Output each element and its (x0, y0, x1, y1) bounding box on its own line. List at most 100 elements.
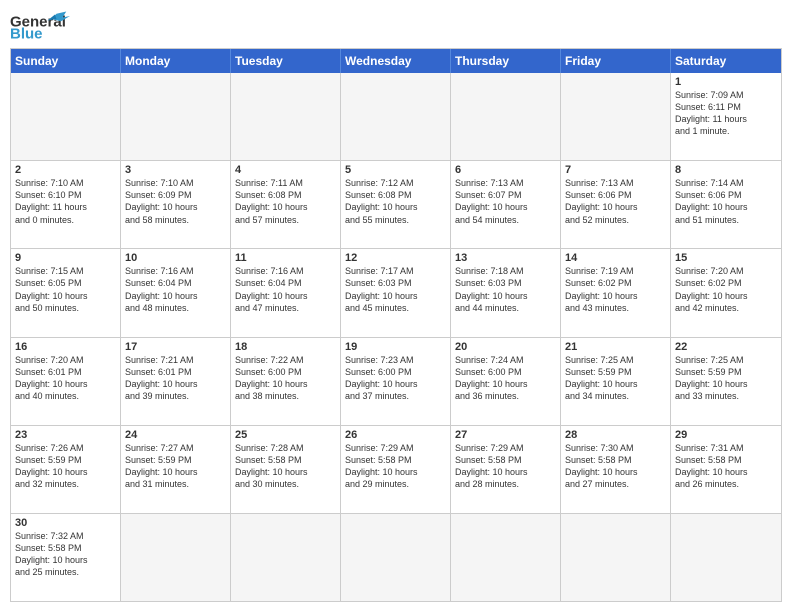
day-info: Sunrise: 7:21 AM Sunset: 6:01 PM Dayligh… (125, 354, 226, 403)
weekday-header: Wednesday (341, 49, 451, 73)
day-number: 28 (565, 429, 666, 441)
day-number: 19 (345, 341, 446, 353)
calendar-row: 30Sunrise: 7:32 AM Sunset: 5:58 PM Dayli… (11, 514, 781, 601)
day-number: 13 (455, 252, 556, 264)
day-info: Sunrise: 7:31 AM Sunset: 5:58 PM Dayligh… (675, 442, 777, 491)
calendar-cell: 8Sunrise: 7:14 AM Sunset: 6:06 PM Daylig… (671, 161, 781, 248)
day-number: 8 (675, 164, 777, 176)
weekday-header: Friday (561, 49, 671, 73)
calendar-cell: 12Sunrise: 7:17 AM Sunset: 6:03 PM Dayli… (341, 249, 451, 336)
day-number: 9 (15, 252, 116, 264)
calendar-cell (121, 73, 231, 160)
calendar-cell: 30Sunrise: 7:32 AM Sunset: 5:58 PM Dayli… (11, 514, 121, 601)
day-number: 24 (125, 429, 226, 441)
calendar-cell: 2Sunrise: 7:10 AM Sunset: 6:10 PM Daylig… (11, 161, 121, 248)
calendar-cell (231, 514, 341, 601)
calendar-cell: 19Sunrise: 7:23 AM Sunset: 6:00 PM Dayli… (341, 338, 451, 425)
day-number: 30 (15, 517, 116, 529)
logo-icon: General Blue (10, 10, 70, 40)
calendar-cell: 29Sunrise: 7:31 AM Sunset: 5:58 PM Dayli… (671, 426, 781, 513)
calendar-header: SundayMondayTuesdayWednesdayThursdayFrid… (11, 49, 781, 73)
weekday-header: Saturday (671, 49, 781, 73)
calendar-cell: 3Sunrise: 7:10 AM Sunset: 6:09 PM Daylig… (121, 161, 231, 248)
calendar-cell: 1Sunrise: 7:09 AM Sunset: 6:11 PM Daylig… (671, 73, 781, 160)
day-info: Sunrise: 7:15 AM Sunset: 6:05 PM Dayligh… (15, 265, 116, 314)
day-number: 22 (675, 341, 777, 353)
day-number: 3 (125, 164, 226, 176)
day-info: Sunrise: 7:29 AM Sunset: 5:58 PM Dayligh… (455, 442, 556, 491)
calendar: SundayMondayTuesdayWednesdayThursdayFrid… (10, 48, 782, 602)
day-info: Sunrise: 7:24 AM Sunset: 6:00 PM Dayligh… (455, 354, 556, 403)
day-number: 5 (345, 164, 446, 176)
day-info: Sunrise: 7:28 AM Sunset: 5:58 PM Dayligh… (235, 442, 336, 491)
calendar-row: 9Sunrise: 7:15 AM Sunset: 6:05 PM Daylig… (11, 249, 781, 337)
day-info: Sunrise: 7:09 AM Sunset: 6:11 PM Dayligh… (675, 89, 777, 138)
calendar-cell (561, 514, 671, 601)
calendar-cell: 4Sunrise: 7:11 AM Sunset: 6:08 PM Daylig… (231, 161, 341, 248)
weekday-header: Tuesday (231, 49, 341, 73)
day-info: Sunrise: 7:22 AM Sunset: 6:00 PM Dayligh… (235, 354, 336, 403)
day-info: Sunrise: 7:13 AM Sunset: 6:07 PM Dayligh… (455, 177, 556, 226)
day-number: 23 (15, 429, 116, 441)
calendar-cell: 24Sunrise: 7:27 AM Sunset: 5:59 PM Dayli… (121, 426, 231, 513)
day-number: 11 (235, 252, 336, 264)
calendar-cell: 14Sunrise: 7:19 AM Sunset: 6:02 PM Dayli… (561, 249, 671, 336)
calendar-cell (561, 73, 671, 160)
calendar-cell (341, 73, 451, 160)
day-info: Sunrise: 7:26 AM Sunset: 5:59 PM Dayligh… (15, 442, 116, 491)
logo: General Blue (10, 10, 70, 40)
day-number: 6 (455, 164, 556, 176)
calendar-cell (671, 514, 781, 601)
day-number: 2 (15, 164, 116, 176)
header: General Blue (10, 10, 782, 40)
calendar-cell (11, 73, 121, 160)
calendar-cell: 16Sunrise: 7:20 AM Sunset: 6:01 PM Dayli… (11, 338, 121, 425)
day-info: Sunrise: 7:20 AM Sunset: 6:01 PM Dayligh… (15, 354, 116, 403)
day-number: 1 (675, 76, 777, 88)
day-info: Sunrise: 7:17 AM Sunset: 6:03 PM Dayligh… (345, 265, 446, 314)
calendar-cell: 11Sunrise: 7:16 AM Sunset: 6:04 PM Dayli… (231, 249, 341, 336)
calendar-row: 1Sunrise: 7:09 AM Sunset: 6:11 PM Daylig… (11, 73, 781, 161)
page: General Blue SundayMondayTuesdayWednesda… (0, 0, 792, 612)
day-info: Sunrise: 7:12 AM Sunset: 6:08 PM Dayligh… (345, 177, 446, 226)
day-info: Sunrise: 7:13 AM Sunset: 6:06 PM Dayligh… (565, 177, 666, 226)
calendar-row: 23Sunrise: 7:26 AM Sunset: 5:59 PM Dayli… (11, 426, 781, 514)
calendar-cell: 5Sunrise: 7:12 AM Sunset: 6:08 PM Daylig… (341, 161, 451, 248)
day-info: Sunrise: 7:30 AM Sunset: 5:58 PM Dayligh… (565, 442, 666, 491)
calendar-body: 1Sunrise: 7:09 AM Sunset: 6:11 PM Daylig… (11, 73, 781, 601)
calendar-cell: 7Sunrise: 7:13 AM Sunset: 6:06 PM Daylig… (561, 161, 671, 248)
day-number: 18 (235, 341, 336, 353)
calendar-cell: 25Sunrise: 7:28 AM Sunset: 5:58 PM Dayli… (231, 426, 341, 513)
weekday-header: Monday (121, 49, 231, 73)
weekday-header: Sunday (11, 49, 121, 73)
calendar-cell (451, 514, 561, 601)
day-info: Sunrise: 7:18 AM Sunset: 6:03 PM Dayligh… (455, 265, 556, 314)
day-info: Sunrise: 7:10 AM Sunset: 6:09 PM Dayligh… (125, 177, 226, 226)
calendar-cell: 22Sunrise: 7:25 AM Sunset: 5:59 PM Dayli… (671, 338, 781, 425)
day-info: Sunrise: 7:29 AM Sunset: 5:58 PM Dayligh… (345, 442, 446, 491)
calendar-cell: 17Sunrise: 7:21 AM Sunset: 6:01 PM Dayli… (121, 338, 231, 425)
day-number: 27 (455, 429, 556, 441)
calendar-row: 16Sunrise: 7:20 AM Sunset: 6:01 PM Dayli… (11, 338, 781, 426)
day-number: 16 (15, 341, 116, 353)
weekday-header: Thursday (451, 49, 561, 73)
calendar-cell: 9Sunrise: 7:15 AM Sunset: 6:05 PM Daylig… (11, 249, 121, 336)
day-info: Sunrise: 7:16 AM Sunset: 6:04 PM Dayligh… (235, 265, 336, 314)
day-info: Sunrise: 7:14 AM Sunset: 6:06 PM Dayligh… (675, 177, 777, 226)
day-number: 20 (455, 341, 556, 353)
day-number: 25 (235, 429, 336, 441)
calendar-cell: 18Sunrise: 7:22 AM Sunset: 6:00 PM Dayli… (231, 338, 341, 425)
calendar-cell: 28Sunrise: 7:30 AM Sunset: 5:58 PM Dayli… (561, 426, 671, 513)
calendar-cell (451, 73, 561, 160)
day-number: 12 (345, 252, 446, 264)
calendar-cell (121, 514, 231, 601)
day-info: Sunrise: 7:25 AM Sunset: 5:59 PM Dayligh… (675, 354, 777, 403)
day-info: Sunrise: 7:16 AM Sunset: 6:04 PM Dayligh… (125, 265, 226, 314)
day-number: 10 (125, 252, 226, 264)
calendar-cell: 26Sunrise: 7:29 AM Sunset: 5:58 PM Dayli… (341, 426, 451, 513)
day-number: 15 (675, 252, 777, 264)
day-number: 21 (565, 341, 666, 353)
calendar-cell: 15Sunrise: 7:20 AM Sunset: 6:02 PM Dayli… (671, 249, 781, 336)
day-info: Sunrise: 7:32 AM Sunset: 5:58 PM Dayligh… (15, 530, 116, 579)
day-info: Sunrise: 7:25 AM Sunset: 5:59 PM Dayligh… (565, 354, 666, 403)
